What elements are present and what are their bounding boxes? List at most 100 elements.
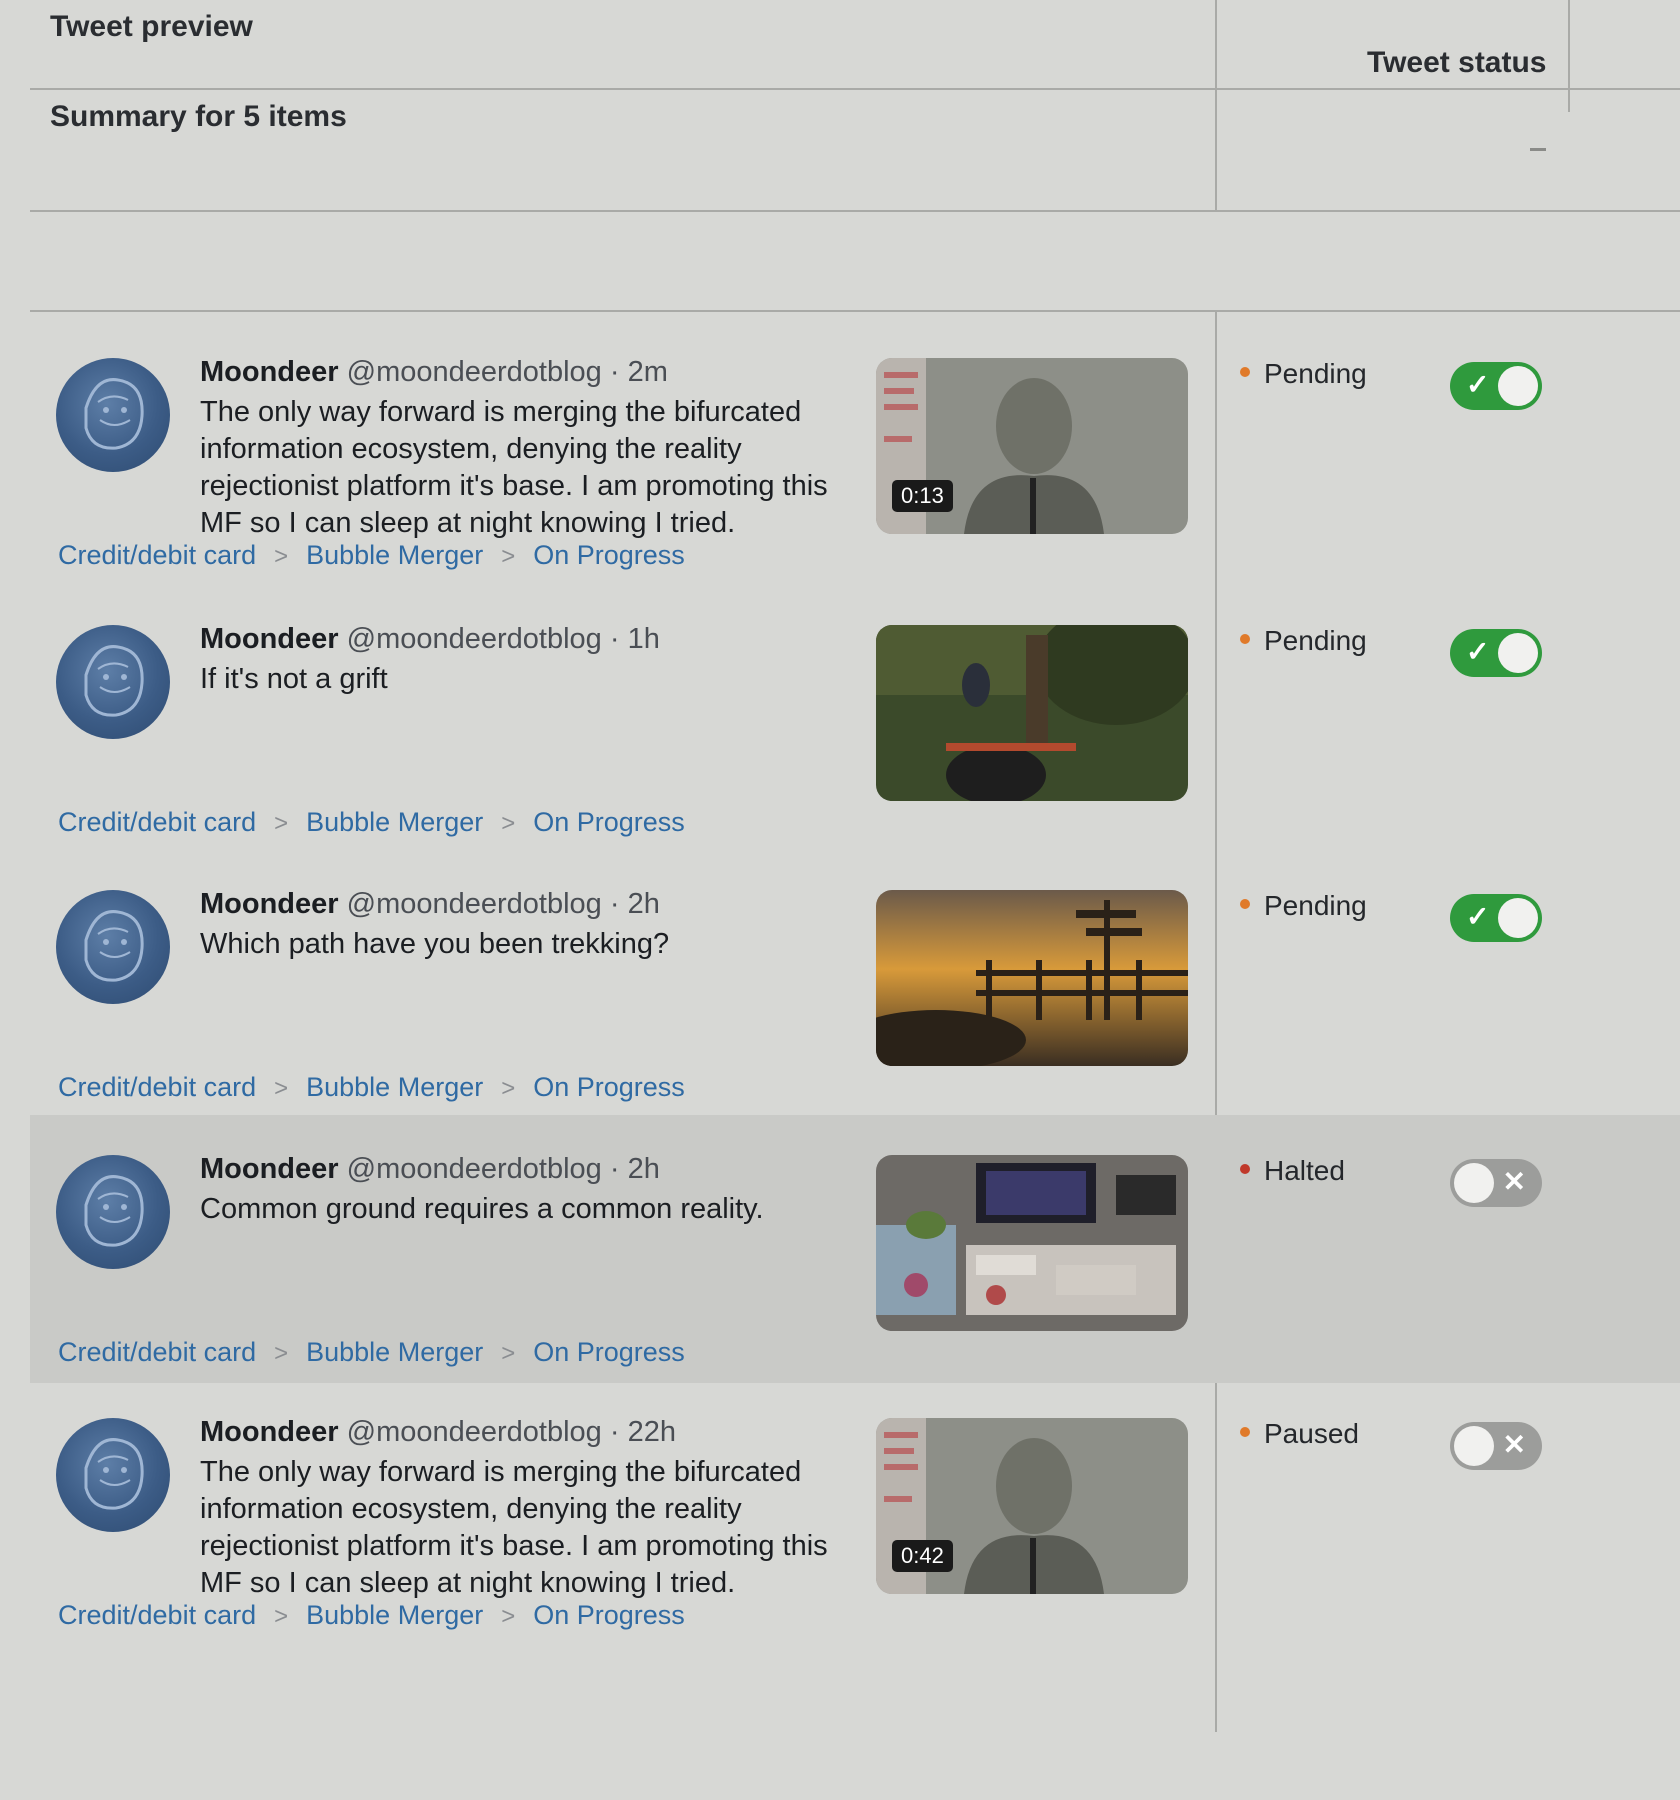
tweet-media[interactable] — [876, 1155, 1188, 1331]
status-dot-icon — [1240, 366, 1250, 377]
status-toggle[interactable]: ✕ — [1450, 1159, 1542, 1207]
status-badge: Pending — [1240, 625, 1367, 657]
breadcrumb-stage[interactable]: On Progress — [533, 540, 685, 570]
status-dot-icon — [1240, 633, 1250, 644]
avatar[interactable] — [56, 1418, 170, 1532]
tweet-media[interactable]: 0:13 — [876, 358, 1188, 534]
breadcrumb-stage[interactable]: On Progress — [533, 807, 685, 837]
tweet-time: · 1h — [609, 623, 660, 655]
avatar[interactable] — [56, 625, 170, 739]
chevron-right-icon: > — [274, 1075, 289, 1102]
breadcrumb: Credit/debit card > Bubble Merger > On Progr… — [58, 807, 685, 838]
tweet-media[interactable] — [876, 625, 1188, 801]
breadcrumb: Credit/debit card > Bubble Merger > On Progr… — [58, 1072, 685, 1103]
summary-label: Summary for 5 items — [50, 100, 347, 133]
author-name[interactable]: Moondeer — [200, 888, 339, 920]
breadcrumb-campaign[interactable]: Bubble Merger — [306, 1600, 483, 1630]
status-label-pending: Pending — [1264, 890, 1367, 921]
breadcrumb-campaign[interactable]: Bubble Merger — [306, 540, 483, 570]
x-icon: ✕ — [1502, 1429, 1526, 1460]
video-duration: 0:13 — [892, 480, 953, 512]
table-row[interactable]: Moondeer @moondeerdotblog · 2m The only w… — [30, 318, 1680, 586]
chevron-right-icon: > — [501, 1075, 516, 1102]
status-label-halted: Halted — [1264, 1155, 1345, 1186]
chevron-right-icon: > — [274, 1603, 289, 1630]
avatar[interactable] — [56, 1155, 170, 1269]
author-handle[interactable]: @moondeerdotblog — [347, 623, 602, 655]
table-row[interactable]: Moondeer @moondeerdotblog · 2h Common gro… — [30, 1115, 1680, 1383]
breadcrumb: Credit/debit card > Bubble Merger > On Progr… — [58, 540, 685, 571]
chevron-right-icon: > — [501, 1603, 516, 1630]
breadcrumb-payment[interactable]: Credit/debit card — [58, 807, 256, 837]
status-dot-icon — [1240, 898, 1250, 909]
chevron-right-icon: > — [501, 543, 516, 570]
toggle-knob — [1454, 1163, 1494, 1203]
author-handle[interactable]: @moondeerdotblog — [347, 888, 602, 920]
status-dot-icon — [1240, 1426, 1250, 1437]
tweet-header: Moondeer @moondeerdotblog · 2h — [200, 888, 660, 921]
toggle-knob — [1498, 633, 1538, 673]
status-label-pending: Pending — [1264, 625, 1367, 656]
breadcrumb-campaign[interactable]: Bubble Merger — [306, 807, 483, 837]
check-icon: ✓ — [1466, 901, 1490, 932]
column-divider — [1215, 0, 1217, 210]
breadcrumb-payment[interactable]: Credit/debit card — [58, 1072, 256, 1102]
breadcrumb-stage[interactable]: On Progress — [533, 1072, 685, 1102]
tweet-header: Moondeer @moondeerdotblog · 2h — [200, 1153, 660, 1186]
table-row[interactable]: Moondeer @moondeerdotblog · 22h The only … — [30, 1378, 1680, 1646]
status-badge: Paused — [1240, 1418, 1359, 1450]
tweet-media[interactable] — [876, 890, 1188, 1066]
status-toggle[interactable]: ✕ — [1450, 1422, 1542, 1470]
tweet-time: · 2h — [609, 888, 660, 920]
list-divider — [30, 310, 1680, 312]
tweet-time: · 2h — [609, 1153, 660, 1185]
tweet-text: The only way forward is merging the bifu… — [200, 396, 828, 539]
check-icon: ✓ — [1466, 636, 1490, 667]
author-handle[interactable]: @moondeerdotblog — [347, 356, 602, 388]
column-header-tweet-status[interactable]: Tweet status — [1367, 46, 1547, 80]
tweet-time: · 22h — [609, 1416, 676, 1448]
toggle-knob — [1498, 366, 1538, 406]
tweet-text: The only way forward is merging the bifu… — [200, 1456, 828, 1599]
status-toggle[interactable]: ✓ — [1450, 362, 1542, 410]
status-badge: Pending — [1240, 890, 1367, 922]
breadcrumb-stage[interactable]: On Progress — [533, 1337, 685, 1367]
status-badge: Pending — [1240, 358, 1367, 390]
check-icon: ✓ — [1466, 369, 1490, 400]
breadcrumb-campaign[interactable]: Bubble Merger — [306, 1072, 483, 1102]
tweet-text: Which path have you been trekking? — [200, 928, 670, 960]
toggle-knob — [1498, 898, 1538, 938]
author-name[interactable]: Moondeer — [200, 356, 339, 388]
table-row[interactable]: Moondeer @moondeerdotblog · 2h Which path… — [30, 850, 1680, 1118]
chevron-right-icon: > — [274, 1340, 289, 1367]
breadcrumb-payment[interactable]: Credit/debit card — [58, 1600, 256, 1630]
chevron-right-icon: > — [274, 543, 289, 570]
breadcrumb-payment[interactable]: Credit/debit card — [58, 540, 256, 570]
tweet-media[interactable]: 0:42 — [876, 1418, 1188, 1594]
author-name[interactable]: Moondeer — [200, 623, 339, 655]
author-handle[interactable]: @moondeerdotblog — [347, 1153, 602, 1185]
breadcrumb-payment[interactable]: Credit/debit card — [58, 1337, 256, 1367]
summary-row: Summary for 5 items — [30, 90, 1680, 212]
breadcrumb: Credit/debit card > Bubble Merger > On Progr… — [58, 1600, 685, 1631]
column-header-tweet-preview[interactable]: Tweet preview — [50, 10, 253, 44]
avatar[interactable] — [56, 890, 170, 1004]
breadcrumb: Credit/debit card > Bubble Merger > On Progr… — [58, 1337, 685, 1368]
breadcrumb-stage[interactable]: On Progress — [533, 1600, 685, 1630]
chevron-right-icon: > — [274, 810, 289, 837]
author-name[interactable]: Moondeer — [200, 1416, 339, 1448]
tweet-text: Common ground requires a common reality. — [200, 1193, 764, 1225]
tweet-time: · 2m — [609, 356, 668, 388]
status-badge: Halted — [1240, 1155, 1345, 1187]
tweet-header: Moondeer @moondeerdotblog · 2m — [200, 356, 668, 389]
status-toggle[interactable]: ✓ — [1450, 894, 1542, 942]
avatar[interactable] — [56, 358, 170, 472]
author-name[interactable]: Moondeer — [200, 1153, 339, 1185]
table-header: Tweet preview Tweet status — [30, 0, 1680, 90]
tweet-header: Moondeer @moondeerdotblog · 1h — [200, 623, 660, 656]
status-toggle[interactable]: ✓ — [1450, 629, 1542, 677]
table-row[interactable]: Moondeer @moondeerdotblog · 1h If it's no… — [30, 585, 1680, 853]
author-handle[interactable]: @moondeerdotblog — [347, 1416, 602, 1448]
status-label-pending: Pending — [1264, 358, 1367, 389]
breadcrumb-campaign[interactable]: Bubble Merger — [306, 1337, 483, 1367]
